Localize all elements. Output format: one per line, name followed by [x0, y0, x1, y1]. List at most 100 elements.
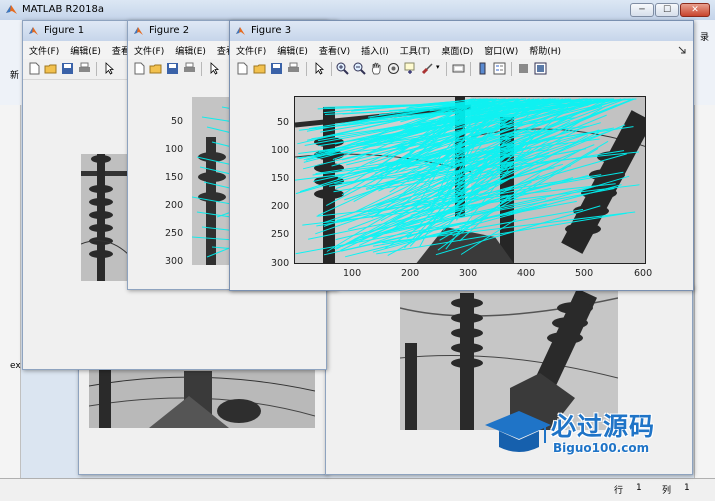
minimize-icon: ─	[639, 5, 645, 15]
figure-3-menubar: 文件(F) 编辑(E) 查看(V) 插入(I) 工具(T) 桌面(D) 窗口(W) 帮助(H)	[230, 41, 693, 59]
toolbar-separator	[470, 62, 471, 76]
menu-file[interactable]: 文件(F)	[128, 41, 169, 57]
row-label: 行	[614, 486, 624, 496]
figure-3-title: Figure 3	[251, 25, 292, 36]
insulator-photo-lower-left	[89, 366, 315, 428]
menu-tools[interactable]: 工具(T)	[394, 41, 436, 57]
maximize-icon: ☐	[662, 5, 672, 15]
rotate-icon[interactable]	[387, 62, 400, 75]
menu-edit[interactable]: 编辑(E)	[169, 41, 211, 57]
hide-plot-tools-icon[interactable]	[517, 62, 530, 75]
main-title: MATLAB R2018a	[22, 4, 105, 15]
figure-3-window[interactable]: Figure 3 文件(F) 编辑(E) 查看(V) 插入(I) 工具(T) 桌面(D) 窗…	[229, 20, 694, 291]
login-label[interactable]: 录	[700, 30, 709, 43]
side-glyph-new: 新	[10, 71, 20, 81]
y-tick-label: 100	[165, 144, 184, 155]
pointer-icon[interactable]	[103, 62, 116, 75]
menu-help[interactable]: 帮助(H)	[523, 41, 566, 57]
y-tick-label: 50	[171, 116, 184, 127]
pointer-icon[interactable]	[313, 62, 326, 75]
link-icon[interactable]	[452, 62, 465, 75]
figure-1-image	[81, 154, 128, 281]
dock-arrow-icon[interactable]	[678, 46, 686, 54]
toolbar-separator	[511, 62, 512, 76]
figure-3-axes: 50 100 150 200 250 300 100 200 300 400 5…	[230, 79, 693, 290]
zoom-out-icon[interactable]	[353, 62, 366, 75]
close-icon: ✕	[691, 5, 699, 15]
menu-window[interactable]: 窗口(W)	[478, 41, 523, 57]
matlab-logo-icon	[6, 5, 17, 14]
data-cursor-icon[interactable]	[404, 62, 417, 75]
watermark-url-text: Biguo100.com	[553, 441, 650, 455]
watermark: 必过源码 Biguo100.com	[483, 405, 683, 465]
new-icon[interactable]	[28, 62, 41, 75]
menu-file[interactable]: 文件(F)	[23, 41, 64, 57]
save-icon[interactable]	[270, 62, 283, 75]
y-tick-label: 100	[271, 145, 290, 156]
print-icon[interactable]	[183, 62, 196, 75]
figure-icon	[236, 27, 245, 35]
toolbar-separator	[446, 62, 447, 76]
figure-icon	[134, 27, 143, 35]
x-tick-label: 300	[459, 268, 478, 279]
y-tick-label: 200	[271, 201, 290, 212]
close-button[interactable]: ✕	[680, 3, 710, 17]
menu-view[interactable]: 查看(V)	[313, 41, 355, 57]
left-panel	[0, 105, 21, 480]
legend-icon[interactable]	[493, 62, 506, 75]
minimize-button[interactable]: ─	[630, 3, 654, 17]
save-icon[interactable]	[166, 62, 179, 75]
figure-1-title: Figure 1	[44, 25, 85, 36]
figure-2-title: Figure 2	[149, 25, 190, 36]
new-icon[interactable]	[133, 62, 146, 75]
menu-insert[interactable]: 插入(I)	[355, 41, 394, 57]
open-icon[interactable]	[44, 62, 57, 75]
status-bar: 行 1 列 1	[0, 478, 715, 501]
x-tick-label: 100	[343, 268, 362, 279]
colorbar-icon[interactable]	[476, 62, 489, 75]
y-tick-label: 200	[165, 200, 184, 211]
toolbar-separator	[201, 62, 202, 76]
x-tick-label: 400	[517, 268, 536, 279]
figure-3-toolbar: ▾	[230, 59, 693, 80]
save-icon[interactable]	[61, 62, 74, 75]
row-value: 1	[636, 483, 642, 493]
maximize-button[interactable]: ☐	[655, 3, 679, 17]
show-plot-tools-icon[interactable]	[534, 62, 547, 75]
menu-edit[interactable]: 编辑(E)	[271, 41, 313, 57]
menu-file[interactable]: 文件(F)	[230, 41, 271, 57]
pointer-icon[interactable]	[208, 62, 221, 75]
y-tick-label: 300	[271, 258, 290, 269]
open-icon[interactable]	[149, 62, 162, 75]
toolbar-separator	[96, 62, 97, 76]
brush-dropdown-icon[interactable]: ▾	[436, 63, 440, 71]
x-tick-label: 600	[634, 268, 653, 279]
brush-icon[interactable]	[421, 62, 434, 75]
zoom-in-icon[interactable]	[336, 62, 349, 75]
open-icon[interactable]	[253, 62, 266, 75]
figure-3-title-bar[interactable]: Figure 3	[230, 21, 693, 42]
right-panel	[694, 105, 715, 480]
y-tick-label: 250	[271, 229, 290, 240]
figure-icon	[29, 27, 38, 35]
main-title-bar: MATLAB R2018a ─ ☐ ✕	[0, 0, 715, 20]
side-glyph-ex: ex	[10, 361, 21, 371]
toolbar-separator	[306, 62, 307, 76]
watermark-cn-text: 必过源码	[551, 412, 656, 441]
toolbar-separator	[331, 62, 332, 76]
graduation-cap-icon	[485, 411, 551, 452]
y-tick-label: 250	[165, 228, 184, 239]
x-tick-label: 200	[401, 268, 420, 279]
y-tick-label: 150	[271, 173, 290, 184]
menu-edit[interactable]: 编辑(E)	[64, 41, 106, 57]
print-icon[interactable]	[287, 62, 300, 75]
col-label: 列	[662, 486, 672, 496]
new-icon[interactable]	[236, 62, 249, 75]
pan-icon[interactable]	[370, 62, 383, 75]
col-value: 1	[684, 483, 690, 493]
menu-desktop[interactable]: 桌面(D)	[435, 41, 478, 57]
print-icon[interactable]	[78, 62, 91, 75]
y-tick-label: 150	[165, 172, 184, 183]
y-tick-label: 300	[165, 256, 184, 267]
x-tick-label: 500	[575, 268, 594, 279]
